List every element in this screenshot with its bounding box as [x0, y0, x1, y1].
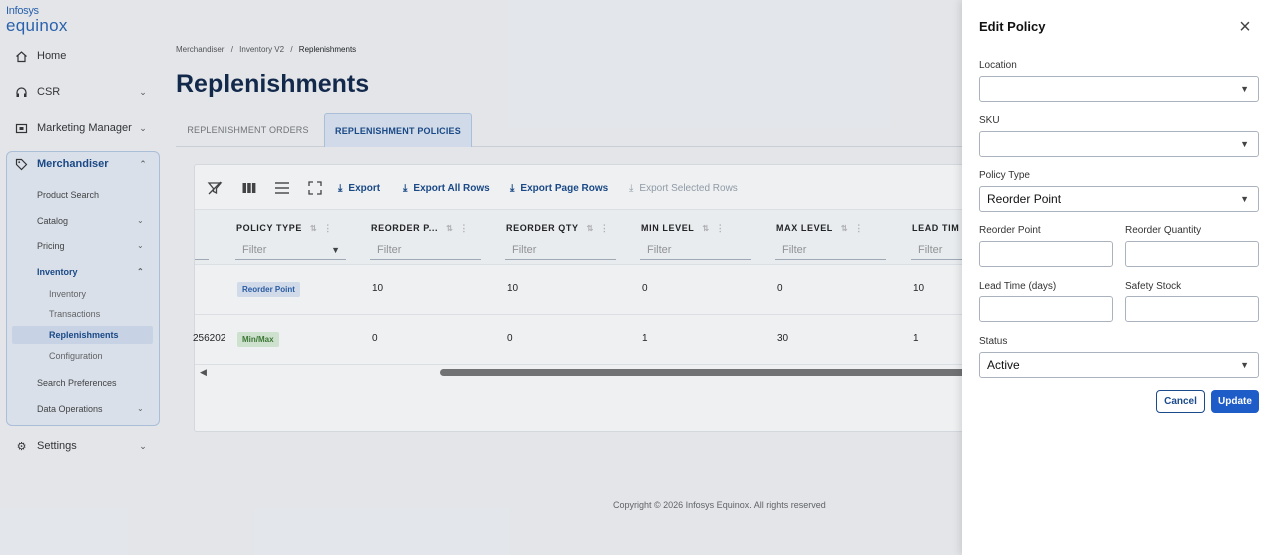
- edit-policy-drawer: Edit Policy × Location ▼ SKU ▼ Policy Ty…: [962, 0, 1269, 555]
- update-button[interactable]: Update: [1211, 390, 1259, 413]
- safety-stock-input[interactable]: [1125, 296, 1259, 322]
- status-select[interactable]: Active ▼: [979, 352, 1259, 378]
- modal-backdrop[interactable]: [0, 0, 962, 555]
- policy-type-select[interactable]: Reorder Point ▼: [979, 186, 1259, 212]
- status-value: Active: [987, 358, 1020, 372]
- policy-type-label: Policy Type: [979, 170, 1030, 181]
- reorder-quantity-label: Reorder Quantity: [1125, 225, 1202, 236]
- safety-stock-label: Safety Stock: [1125, 281, 1182, 292]
- caret-down-icon: ▼: [1240, 360, 1249, 370]
- drawer-title: Edit Policy: [979, 19, 1046, 34]
- policy-type-value: Reorder Point: [987, 192, 1062, 206]
- caret-down-icon: ▼: [1240, 84, 1249, 94]
- cancel-button[interactable]: Cancel: [1156, 390, 1205, 413]
- reorder-point-input[interactable]: [979, 241, 1113, 267]
- location-select[interactable]: ▼: [979, 76, 1259, 102]
- reorder-point-label: Reorder Point: [979, 225, 1041, 236]
- location-label: Location: [979, 60, 1017, 71]
- lead-time-input[interactable]: [979, 296, 1113, 322]
- sku-label: SKU: [979, 115, 1000, 126]
- caret-down-icon: ▼: [1240, 139, 1249, 149]
- reorder-quantity-input[interactable]: [1125, 241, 1259, 267]
- close-icon[interactable]: ×: [1236, 17, 1254, 37]
- sku-select[interactable]: ▼: [979, 131, 1259, 157]
- caret-down-icon: ▼: [1240, 194, 1249, 204]
- lead-time-label: Lead Time (days): [979, 281, 1057, 292]
- status-label: Status: [979, 336, 1008, 347]
